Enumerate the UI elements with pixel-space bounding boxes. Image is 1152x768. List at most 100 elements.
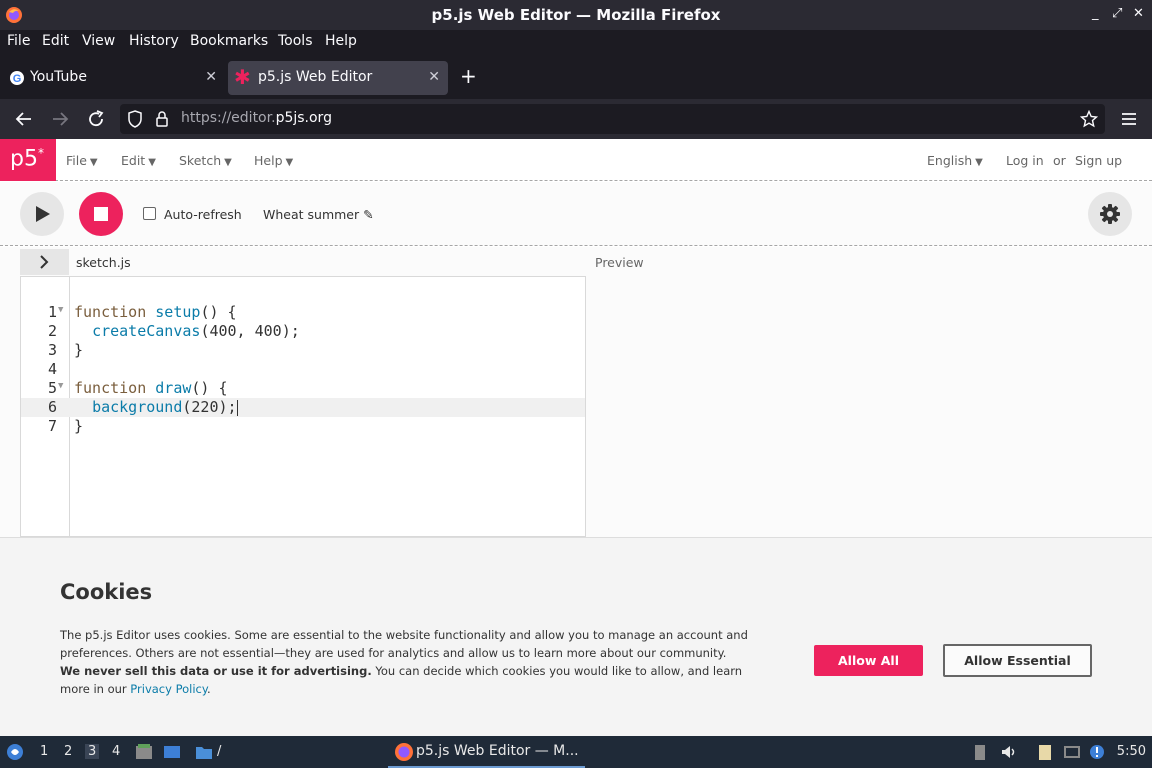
code-line[interactable]: 4 [21,360,585,379]
allow-essential-button[interactable]: Allow Essential [943,644,1092,677]
file-manager-icon[interactable] [135,743,153,761]
folder-icon[interactable] [195,743,213,761]
allow-all-button[interactable]: Allow All [814,645,923,676]
play-icon [36,206,50,222]
fold-arrow-icon[interactable]: ▼ [58,305,63,315]
google-icon: G [10,71,24,85]
workspace-2[interactable]: 2 [64,744,72,759]
line-number: 7 [47,417,57,435]
workspace-1[interactable]: 1 [40,744,48,759]
code-line[interactable]: 3 } [21,341,585,360]
workspace-3[interactable]: 3 [85,744,100,759]
caret-down-icon: ▼ [89,157,98,168]
battery-icon[interactable] [971,743,989,761]
network-icon[interactable] [1063,743,1081,761]
language-select[interactable]: English ▼ [927,153,983,168]
task-label: p5.js Web Editor — M... [416,743,579,759]
auto-refresh-checkbox[interactable] [143,207,156,220]
url-bar[interactable]: https://editor.p5js.org [120,104,1105,134]
new-tab-icon[interactable]: + [460,64,477,88]
sidebar-toggle-button[interactable] [20,249,69,275]
settings-button[interactable] [1088,192,1132,236]
clipboard-icon[interactable] [1036,743,1054,761]
forward-arrow-icon[interactable] [49,108,71,130]
code-line[interactable]: 1 ▼ function setup() { [21,303,585,322]
path-slash: / [217,744,222,759]
clock: 5:50 [1116,744,1146,759]
code-line[interactable]: 7 } [21,417,585,436]
firefox-icon [395,743,413,761]
caret-down-icon: ▼ [148,157,156,168]
cookie-description: The p5.js Editor uses cookies. Some are … [60,628,748,696]
code-line[interactable]: 2 createCanvas(400, 400); [21,322,585,341]
tab-strip: G YouTube ✕ ✱ p5.js Web Editor ✕ [0,57,1152,99]
close-tab-icon[interactable]: ✕ [205,69,217,85]
url-text[interactable]: https://editor.p5js.org [181,110,332,126]
p5-menu-edit[interactable]: Edit ▼ [121,153,156,168]
line-number: 3 [47,341,57,359]
svg-text:G: G [13,73,22,85]
reload-icon[interactable] [85,108,107,130]
back-arrow-icon[interactable] [13,108,35,130]
pencil-icon[interactable]: ✎ [363,207,373,222]
bookmark-star-icon[interactable] [1080,110,1098,128]
code-line-current[interactable]: 6 background(220); [21,398,585,417]
taskbar-firefox-item[interactable]: p5.js Web Editor — M... [388,736,585,768]
code-editor[interactable]: 1 ▼ function setup() { 2 createCanvas(40… [20,276,586,537]
menu-bookmarks[interactable]: Bookmarks [190,33,268,49]
close-window-icon[interactable]: ✕ [1133,6,1144,21]
preview-label: Preview [595,255,644,270]
menu-tools[interactable]: Tools [278,33,313,49]
lock-icon[interactable] [155,110,169,128]
caret-down-icon: ▼ [975,157,983,168]
tab-label: p5.js Web Editor [258,69,373,85]
menu-view[interactable]: View [82,33,115,49]
workspace-4[interactable]: 4 [112,744,120,759]
line-number: 6 [47,398,57,416]
sketch-toolbar: Auto-refresh Wheat summer ✎ [0,182,1152,246]
hamburger-menu-icon[interactable] [1118,108,1140,130]
auto-refresh-label[interactable]: Auto-refresh [164,207,242,222]
system-taskbar: 1 2 3 4 / p5.js Web Editor — M... 5:50 [0,736,1152,768]
desktop-icon[interactable] [163,743,181,761]
tab-label: YouTube [30,69,87,85]
login-link[interactable]: Log in [1006,153,1044,168]
start-menu-icon[interactable] [6,743,24,761]
p5-menu-file[interactable]: File ▼ [66,153,98,168]
line-number: 5 [47,379,57,397]
fold-arrow-icon[interactable]: ▼ [58,381,63,391]
stop-button[interactable] [79,192,123,236]
menu-history[interactable]: History [129,33,179,49]
window-title: p5.js Web Editor — Mozilla Firefox [431,6,721,24]
line-number: 1 [47,303,57,321]
tab-youtube[interactable]: G YouTube ✕ [0,61,225,95]
play-button[interactable] [20,192,64,236]
menu-help[interactable]: Help [325,33,357,49]
menu-file[interactable]: File [7,33,30,49]
sketch-name[interactable]: Wheat summer ✎ [263,207,374,222]
maximize-icon[interactable]: ⤢ [1112,6,1122,21]
chevron-right-icon [40,255,49,269]
tab-p5-editor[interactable]: ✱ p5.js Web Editor ✕ [228,61,448,95]
line-number: 4 [47,360,57,378]
volume-icon[interactable] [1000,743,1018,761]
notification-icon[interactable] [1088,743,1106,761]
signup-link[interactable]: Sign up [1075,153,1122,168]
caret-down-icon: ▼ [285,157,294,168]
p5-menu-sketch[interactable]: Sketch ▼ [179,153,232,168]
navigation-bar: https://editor.p5js.org [0,99,1152,139]
close-tab-icon[interactable]: ✕ [428,69,440,85]
editor-area: sketch.js Preview 1 ▼ function setup() {… [0,247,1152,537]
shield-icon[interactable] [127,110,143,128]
menu-edit[interactable]: Edit [42,33,69,49]
file-name-tab[interactable]: sketch.js [76,255,131,270]
caret-down-icon: ▼ [224,157,232,168]
p5-logo[interactable]: p5* [0,139,56,181]
firefox-menubar: File Edit View History Bookmarks Tools H… [0,30,1152,57]
privacy-policy-link[interactable]: Privacy Policy [130,682,207,696]
p5-menu-help[interactable]: Help ▼ [254,153,293,168]
code-line[interactable]: 5 ▼ function draw() { [21,379,585,398]
gear-icon [1100,204,1120,224]
cookie-banner: Cookies The p5.js Editor uses cookies. S… [0,537,1152,736]
minimize-icon[interactable]: _ [1092,6,1099,21]
